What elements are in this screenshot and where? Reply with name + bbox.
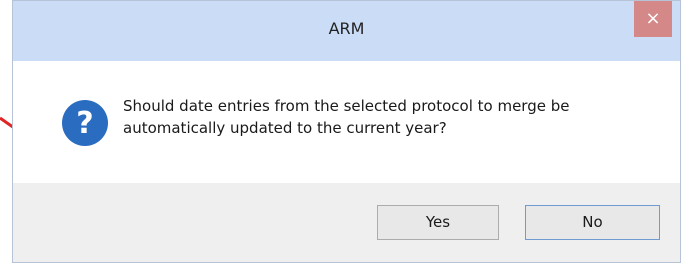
- message-dialog: ARM × ? Should date entries from the sel…: [12, 0, 681, 263]
- window-title: ARM: [328, 19, 365, 38]
- dialog-body: ? Should date entries from the selected …: [13, 61, 680, 185]
- button-bar: Yes No: [13, 183, 680, 262]
- title-bar: ARM ×: [13, 1, 680, 61]
- no-button[interactable]: No: [525, 205, 660, 240]
- close-button[interactable]: ×: [634, 1, 672, 37]
- close-icon: ×: [645, 8, 661, 29]
- screen: ARM × ? Should date entries from the sel…: [0, 0, 685, 269]
- question-icon: ?: [62, 100, 108, 146]
- yes-button[interactable]: Yes: [377, 205, 499, 240]
- svg-text:?: ?: [76, 106, 93, 141]
- message-text: Should date entries from the selected pr…: [123, 97, 570, 137]
